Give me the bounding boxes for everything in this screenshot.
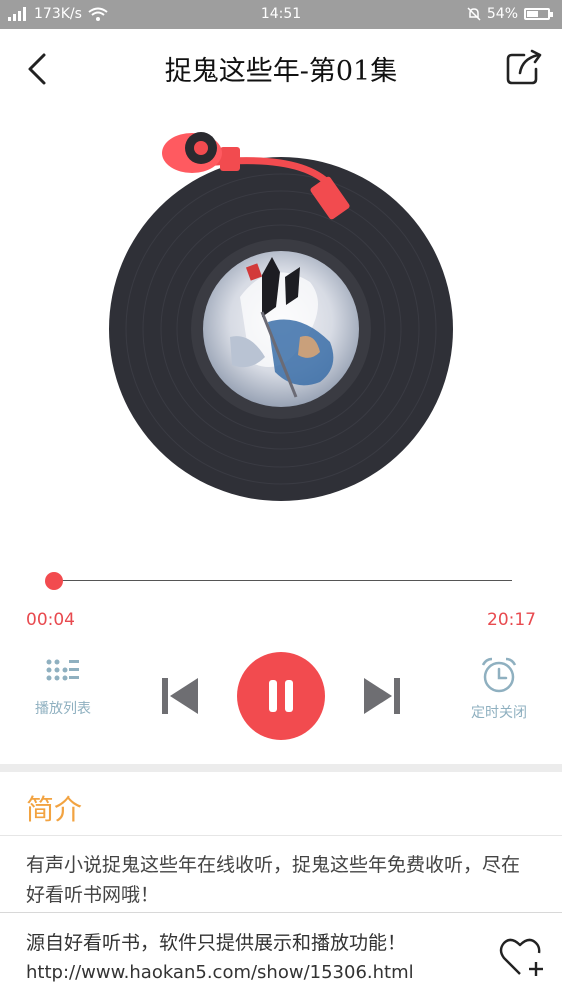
pause-icon (269, 680, 293, 712)
alarm-clock-icon (481, 657, 517, 693)
source-url[interactable]: http://www.haokan5.com/show/15306.html (26, 962, 414, 983)
page-title: 捉鬼这些年-第01集 (164, 56, 398, 87)
intro-text: 有声小说捉鬼这些年在线收听，捉鬼这些年免费收听，尽在好看听书网哦！ (26, 854, 521, 906)
status-bar: 173K/s 14:51 54% (0, 0, 562, 29)
heart-plus-icon[interactable] (498, 934, 550, 980)
progress-track[interactable] (52, 580, 512, 581)
section-divider (0, 764, 562, 772)
status-right: 54% (467, 6, 553, 22)
playlist-label: 播放列表 (35, 701, 91, 717)
intro-divider (0, 835, 562, 836)
album-disc-area (0, 107, 562, 537)
battery-icon (524, 8, 553, 20)
share-icon[interactable] (504, 47, 544, 87)
timer-label: 定时关闭 (471, 705, 527, 721)
total-time: 20:17 (487, 610, 536, 630)
progress-thumb[interactable] (44, 572, 63, 590)
vinyl-disc (109, 132, 453, 501)
footer-divider (0, 912, 562, 913)
previous-icon[interactable] (158, 674, 202, 718)
battery-percent: 54% (486, 6, 518, 22)
pause-button[interactable] (237, 652, 325, 740)
timer-button[interactable]: 定时关闭 (454, 656, 544, 722)
current-time: 00:04 (26, 610, 75, 630)
next-icon[interactable] (360, 674, 404, 718)
album-cover (203, 251, 359, 407)
back-arrow-icon[interactable] (18, 49, 58, 89)
source-note: 源自好看听书，软件只提供展示和播放功能！ (26, 932, 407, 954)
header: 捉鬼这些年-第01集 (0, 29, 562, 107)
playlist-icon (46, 659, 79, 681)
playback-controls: 播放列表 定时关闭 (0, 640, 562, 750)
intro-title: 简介 (26, 793, 83, 826)
playlist-button[interactable]: 播放列表 (18, 656, 108, 718)
mute-bell-icon (467, 7, 481, 21)
